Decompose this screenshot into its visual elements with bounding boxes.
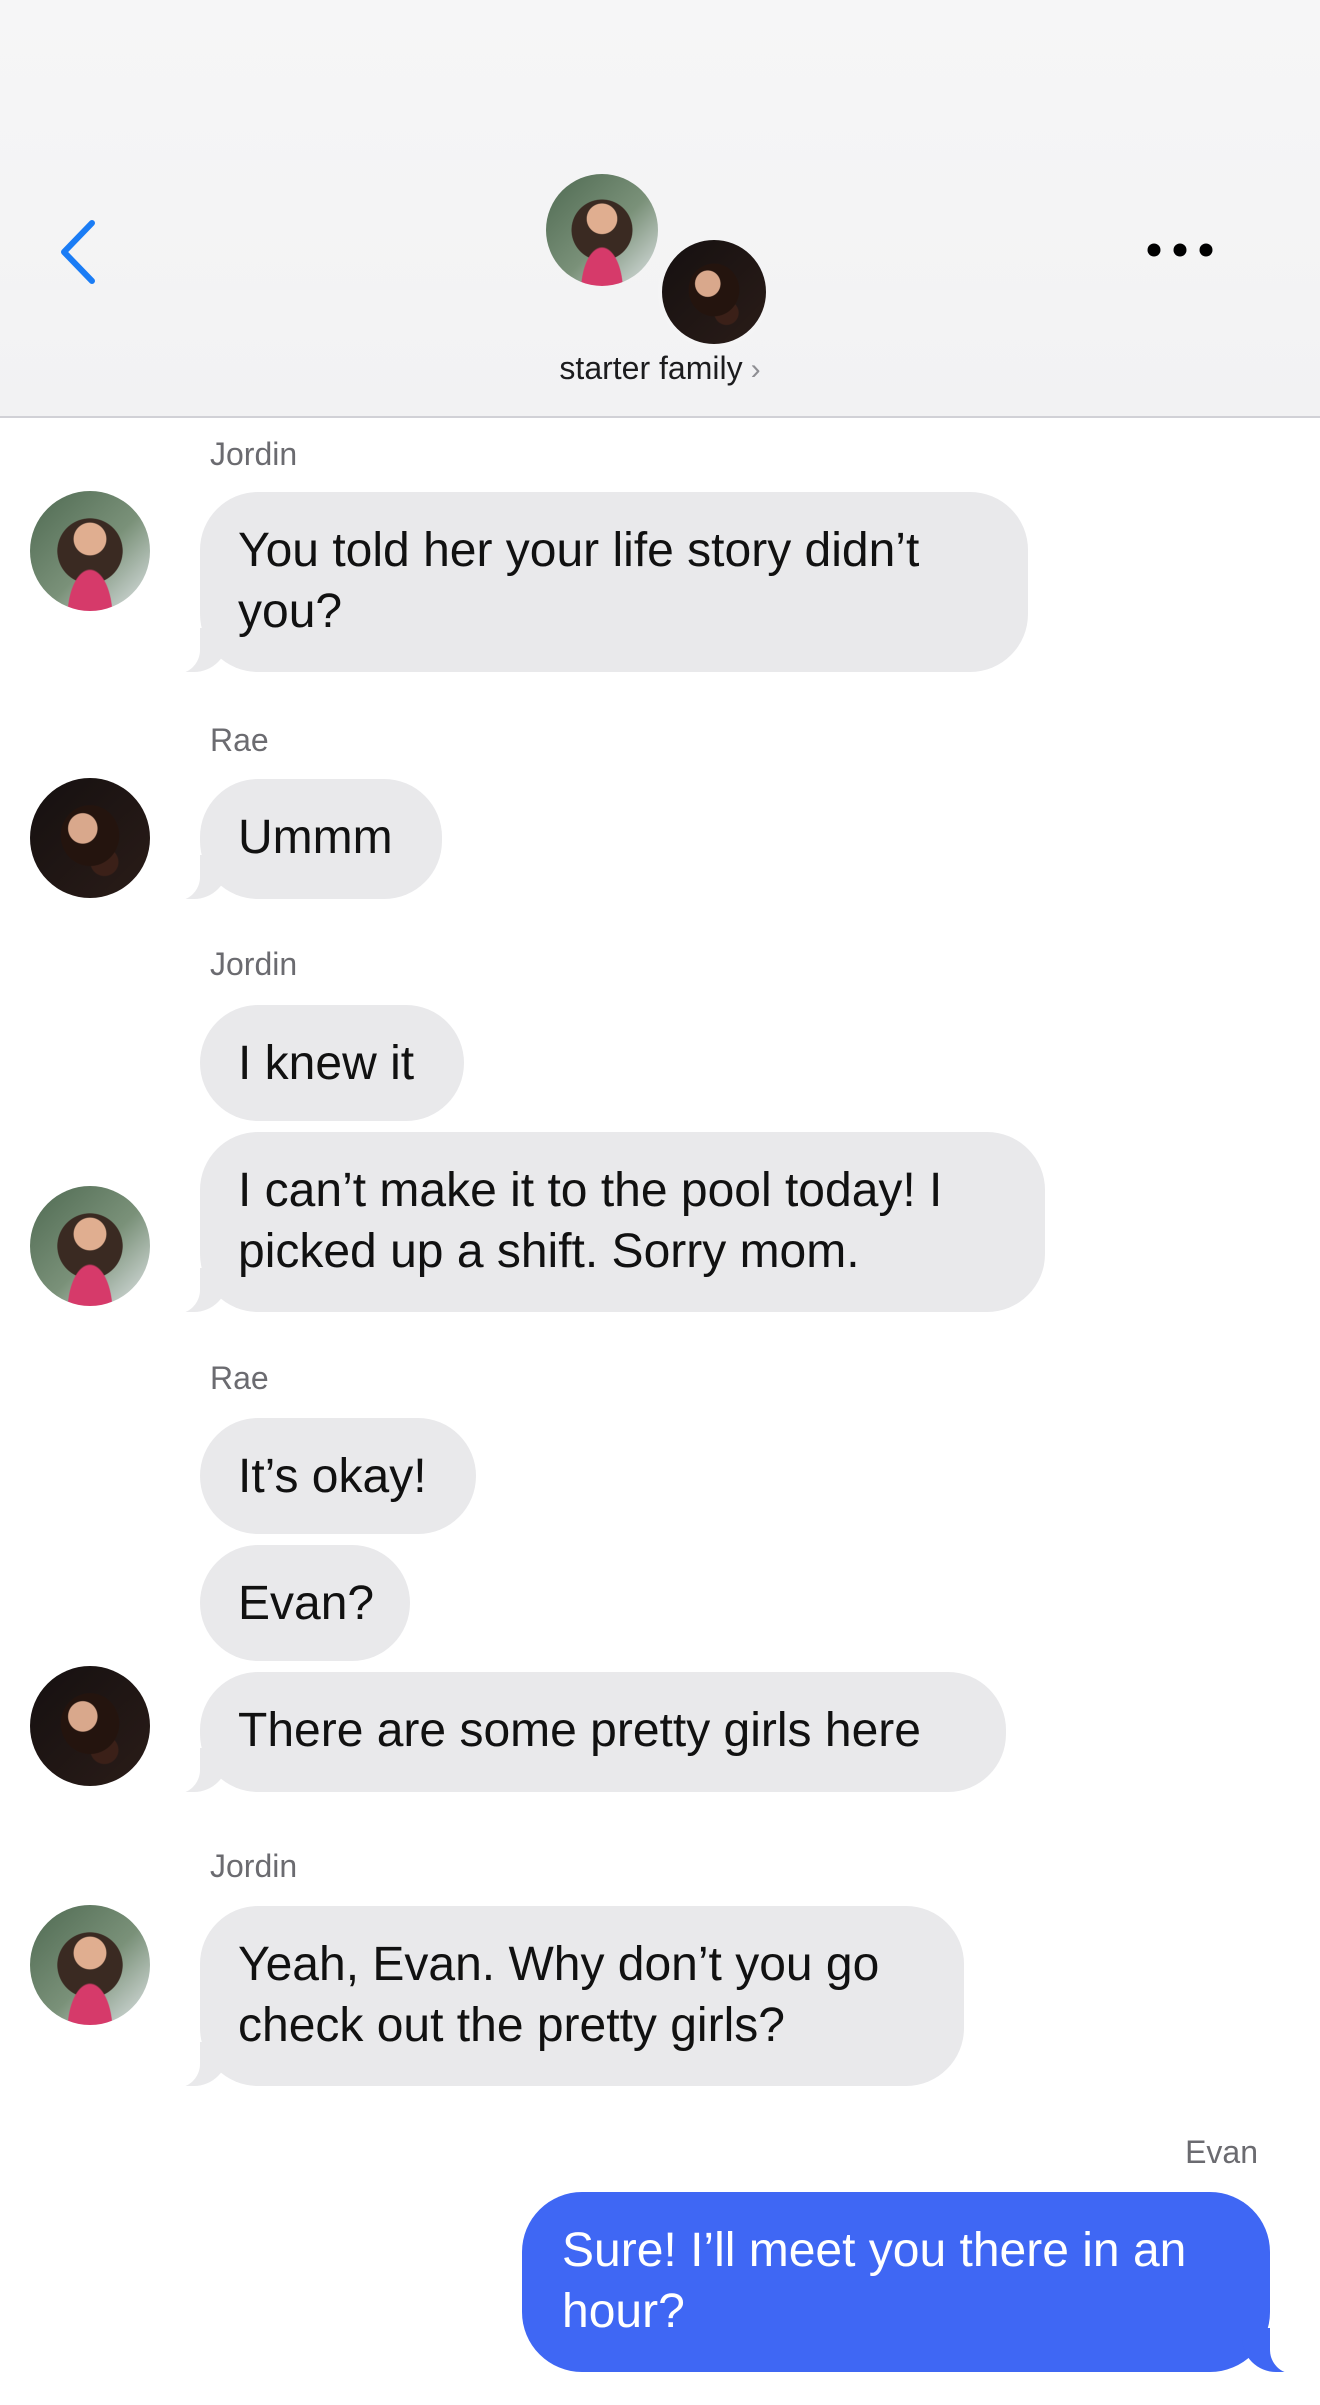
message-text: There are some pretty girls here bbox=[238, 1704, 921, 1757]
message-text: Yeah, Evan. Why don’t you go check out t… bbox=[238, 1938, 880, 2052]
message-text: Ummm bbox=[238, 811, 393, 864]
avatar-rae bbox=[30, 778, 150, 898]
sender-name: Evan bbox=[1185, 2134, 1258, 2170]
message-bubble[interactable]: I knew it bbox=[200, 1005, 464, 1121]
message-bubble[interactable]: There are some pretty girls here bbox=[168, 1672, 1006, 1794]
message-text: Evan? bbox=[238, 1577, 375, 1630]
sender-name: Jordin bbox=[210, 1848, 298, 1884]
sender-name: Rae bbox=[210, 1360, 269, 1396]
group-avatar[interactable] bbox=[540, 172, 780, 352]
chevron-right-icon: › bbox=[750, 353, 761, 386]
message-text: It’s okay! bbox=[238, 1450, 427, 1503]
sender-name: Jordin bbox=[210, 436, 298, 472]
message-bubble[interactable]: Ummm bbox=[168, 779, 442, 901]
ellipsis-icon bbox=[1147, 243, 1213, 257]
message-bubble[interactable]: Evan? bbox=[200, 1545, 410, 1661]
avatar-jordin bbox=[546, 174, 658, 286]
group-name-button[interactable]: starter family › bbox=[0, 350, 1320, 387]
message-bubble[interactable]: Yeah, Evan. Why don’t you go check out t… bbox=[168, 1906, 964, 2088]
message-text: I can’t make it to the pool today! I pic… bbox=[238, 1164, 943, 1278]
more-options-button[interactable] bbox=[1140, 225, 1220, 275]
avatar-rae bbox=[658, 236, 770, 348]
group-name: starter family bbox=[559, 350, 743, 386]
avatar-rae bbox=[30, 1666, 150, 1786]
message-bubble[interactable]: I can’t make it to the pool today! I pic… bbox=[168, 1132, 1045, 1314]
message-text: Sure! I’ll meet you there in an hour? bbox=[562, 2224, 1187, 2338]
avatar-jordin bbox=[30, 1905, 150, 2025]
back-button[interactable] bbox=[52, 215, 112, 290]
message-bubble[interactable]: You told her your life story didn’t you? bbox=[168, 492, 1028, 674]
avatar-jordin bbox=[30, 1186, 150, 1306]
message-text: I knew it bbox=[238, 1037, 415, 1090]
message-bubble[interactable]: It’s okay! bbox=[200, 1418, 476, 1534]
chevron-left-icon bbox=[61, 220, 95, 284]
conversation-header: starter family › bbox=[0, 0, 1320, 418]
avatar-jordin bbox=[30, 491, 150, 611]
outgoing-message-bubble[interactable]: Sure! I’ll meet you there in an hour? bbox=[522, 2192, 1302, 2374]
sender-name: Rae bbox=[210, 722, 269, 758]
message-text: You told her your life story didn’t you? bbox=[238, 524, 920, 638]
sender-name: Jordin bbox=[210, 946, 298, 982]
